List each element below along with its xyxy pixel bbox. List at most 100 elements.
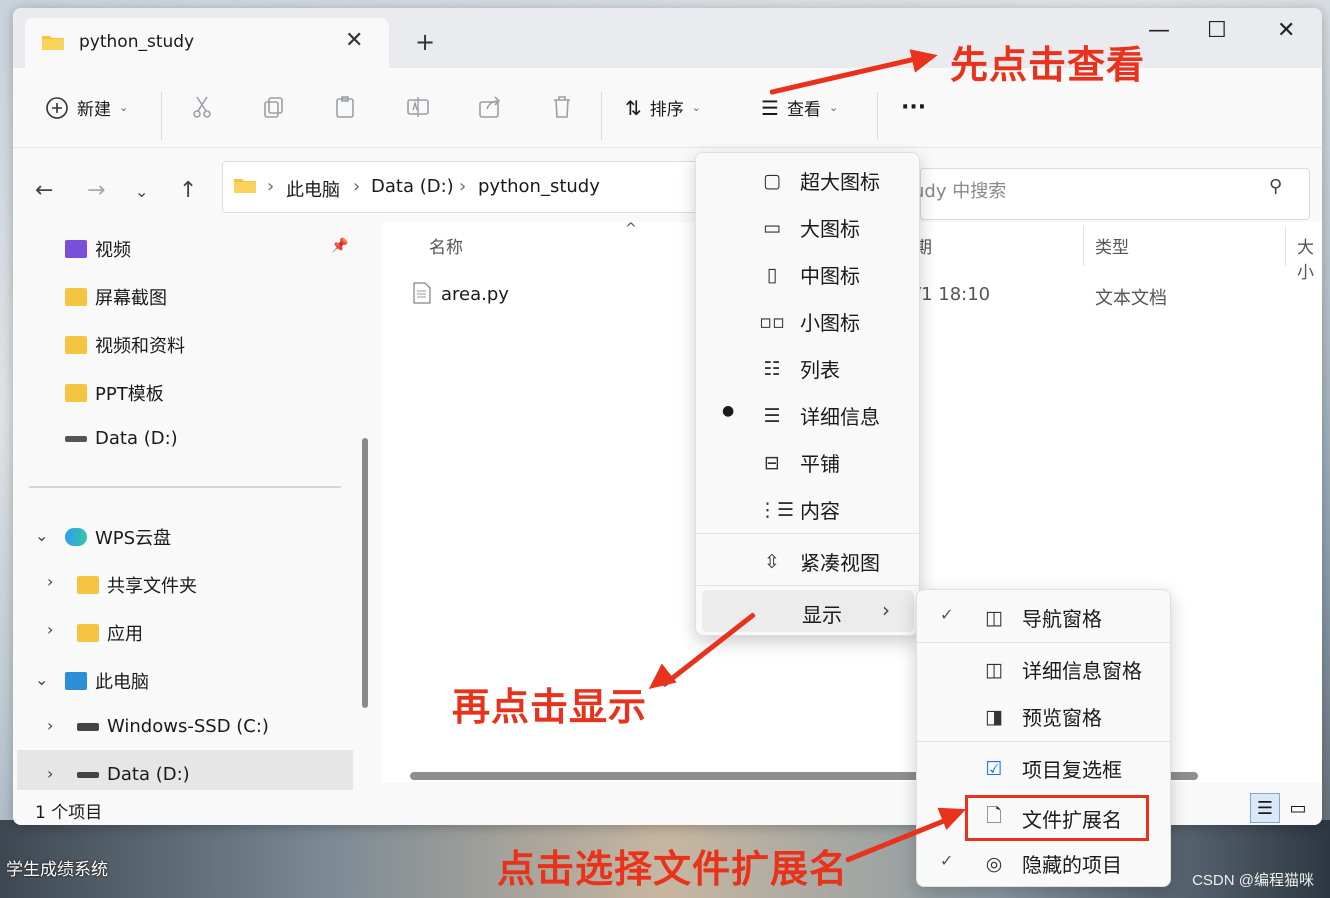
search-icon[interactable]: ⚲ <box>1269 176 1282 197</box>
view-button[interactable]: ☰ 查看 ⌄ <box>761 95 839 121</box>
close-window-button[interactable]: ✕ <box>1277 18 1295 43</box>
menu-divider <box>696 533 919 534</box>
file-type: 文本文档 <box>1095 288 1167 309</box>
menu-item-label: 详细信息窗格 <box>1022 659 1142 683</box>
menu-item-small-icons[interactable]: ▫▫ 小图标 <box>758 307 860 336</box>
windows-drive-icon <box>77 722 99 731</box>
new-button[interactable]: 新建 ⌄ <box>45 95 128 120</box>
sort-button[interactable]: ⇅ 排序 ⌄ <box>625 95 701 121</box>
sidebar-item-this-pc[interactable]: 此电脑 <box>65 668 149 694</box>
folder-icon <box>42 36 64 50</box>
sidebar-item-video[interactable]: 视频 <box>65 236 131 262</box>
chevron-right-icon[interactable]: › <box>47 572 53 591</box>
sidebar-item-data-drive[interactable]: Data (D:) <box>77 764 190 785</box>
file-name-area-py[interactable]: area.py <box>441 284 509 305</box>
menu-item-item-checkboxes[interactable]: ☑ 项目复选框 <box>980 754 1122 783</box>
annotation-highlight-box <box>965 795 1149 841</box>
menu-item-medium-icons[interactable]: ▯ 中图标 <box>758 260 860 289</box>
new-tab-button[interactable]: + <box>415 28 435 56</box>
menu-item-tiles[interactable]: ⊟ 平铺 <box>758 448 840 477</box>
video-folder-icon <box>65 240 87 258</box>
recent-locations-icon[interactable]: ⌄ <box>135 182 148 201</box>
paste-icon[interactable] <box>333 94 359 120</box>
breadcrumb-data-drive[interactable]: Data (D:) <box>371 176 454 197</box>
sort-icon: ⇅ <box>625 95 642 120</box>
menu-item-preview-pane[interactable]: ◨ 预览窗格 <box>980 702 1102 731</box>
pin-icon[interactable]: 📌 <box>331 238 348 254</box>
minimize-button[interactable]: — <box>1148 18 1170 43</box>
sidebar-item-label: 应用 <box>107 624 143 645</box>
menu-item-label: 列表 <box>800 358 840 382</box>
chevron-right-icon[interactable]: › <box>47 764 53 783</box>
checkmark-icon: ✓ <box>940 605 954 624</box>
sidebar-item-videos-and-materials[interactable]: 视频和资料 <box>65 332 185 358</box>
menu-item-label: 小图标 <box>800 311 860 335</box>
sidebar-item-apps[interactable]: 应用 <box>77 620 143 646</box>
details-icon: ☰ <box>763 404 781 427</box>
menu-item-compact-view[interactable]: ⇳ 紧凑视图 <box>758 547 880 576</box>
item-count: 1 个项目 <box>35 803 103 823</box>
breadcrumb-python-study[interactable]: python_study <box>478 176 600 197</box>
sidebar-scrollbar[interactable] <box>362 438 368 708</box>
large-icons-view-toggle-icon[interactable]: ▭ <box>1283 793 1313 823</box>
back-arrow-icon[interactable]: ← <box>35 178 53 203</box>
toolbar-divider <box>877 92 878 140</box>
forward-arrow-icon[interactable]: → <box>87 178 105 203</box>
chevron-down-icon[interactable]: ⌄ <box>35 670 48 689</box>
more-options-button[interactable]: ··· <box>901 95 926 120</box>
chevron-down-icon: ⌄ <box>828 101 839 114</box>
chevron-right-icon[interactable]: › <box>47 620 53 639</box>
drive-icon <box>65 435 87 442</box>
sort-ascending-icon: ^ <box>625 221 637 237</box>
chevron-down-icon: ⌄ <box>691 101 701 114</box>
column-separator[interactable] <box>1285 226 1286 266</box>
share-icon[interactable] <box>477 94 503 120</box>
details-view-toggle-icon[interactable]: ☰ <box>1250 793 1280 823</box>
view-label: 查看 <box>786 100 821 120</box>
tab-close-button[interactable]: ✕ <box>345 28 363 53</box>
column-header-type[interactable]: 类型 <box>1095 233 1129 258</box>
sidebar-item-wps-cloud[interactable]: WPS云盘 <box>65 524 171 550</box>
desktop-icon-label[interactable]: 学生成绩系统 <box>6 855 108 880</box>
menu-item-show[interactable]: 显示 <box>802 599 842 628</box>
column-header-size[interactable]: 大小 <box>1297 233 1322 283</box>
menu-item-navigation-pane[interactable]: ◫ 导航窗格 <box>980 603 1102 632</box>
sidebar-item-ppt-templates[interactable]: PPT模板 <box>65 380 164 406</box>
copy-icon[interactable] <box>261 94 287 120</box>
menu-item-extra-large-icons[interactable]: ▢ 超大图标 <box>758 166 880 195</box>
sidebar-item-screenshots[interactable]: 屏幕截图 <box>65 284 167 310</box>
sidebar-item-windows-ssd[interactable]: Windows-SSD (C:) <box>77 716 269 737</box>
sidebar-item-shared-folder[interactable]: 共享文件夹 <box>77 572 197 598</box>
sidebar-item-data-drive-quick[interactable]: Data (D:) <box>65 428 178 449</box>
chevron-right-icon[interactable]: › <box>47 716 53 735</box>
sidebar-item-label: Data (D:) <box>107 764 190 785</box>
breadcrumb-this-pc[interactable]: 此电脑 <box>286 176 340 202</box>
menu-item-hidden-items[interactable]: ◎ 隐藏的项目 <box>980 849 1122 878</box>
up-arrow-icon[interactable]: ↑ <box>179 178 197 203</box>
delete-icon[interactable] <box>549 94 575 120</box>
breadcrumb-separator: › <box>267 176 275 197</box>
compact-view-icon: ⇳ <box>764 550 780 573</box>
plus-circle-icon <box>46 96 68 119</box>
column-separator[interactable] <box>1083 226 1084 266</box>
menu-item-content[interactable]: ⋮☰ 内容 <box>758 495 840 524</box>
chevron-down-icon[interactable]: ⌄ <box>35 526 48 545</box>
cut-icon[interactable] <box>189 94 215 120</box>
tiles-icon: ⊟ <box>764 451 780 474</box>
rename-icon[interactable] <box>405 94 431 120</box>
sidebar-item-label: 共享文件夹 <box>107 576 197 597</box>
maximize-button[interactable]: ☐ <box>1207 18 1227 43</box>
navigation-pane-icon: ◫ <box>985 606 1003 629</box>
menu-item-details[interactable]: ☰ 详细信息 <box>758 401 880 430</box>
menu-item-label: 大图标 <box>800 217 860 241</box>
menu-item-large-icons[interactable]: ▭ 大图标 <box>758 213 860 242</box>
sidebar-item-label: Windows-SSD (C:) <box>107 716 269 737</box>
menu-item-details-pane[interactable]: ◫ 详细信息窗格 <box>980 655 1142 684</box>
annotation-text-first: 先点击查看 <box>950 43 1146 87</box>
column-header-name[interactable]: 名称 <box>429 233 463 258</box>
chevron-down-icon: ⌄ <box>119 101 129 114</box>
menu-item-label: 项目复选框 <box>1022 758 1122 782</box>
search-input[interactable]: udy 中搜索 <box>913 177 1006 203</box>
sidebar-item-label: 视频和资料 <box>95 336 185 357</box>
menu-item-list[interactable]: ☷ 列表 <box>758 354 840 383</box>
